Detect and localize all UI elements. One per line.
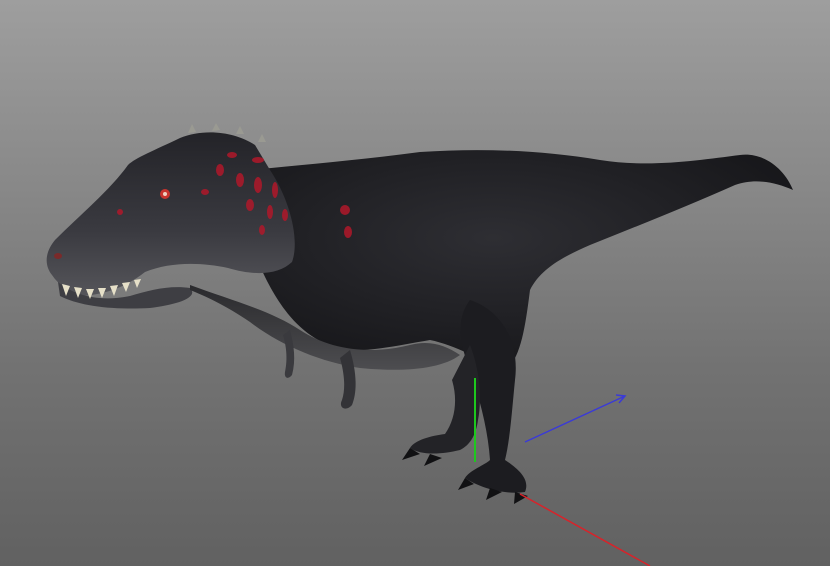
trex-body (248, 150, 793, 370)
trex-nostril (54, 253, 62, 259)
trex-model[interactable] (46, 123, 793, 504)
gizmo-x-axis[interactable] (519, 493, 651, 566)
viewport-canvas (46, 123, 793, 566)
trex-eye-highlight (163, 192, 167, 196)
gizmo-z-axis[interactable] (524, 395, 626, 443)
trex-head (46, 132, 295, 296)
3d-viewport[interactable] (0, 0, 830, 566)
